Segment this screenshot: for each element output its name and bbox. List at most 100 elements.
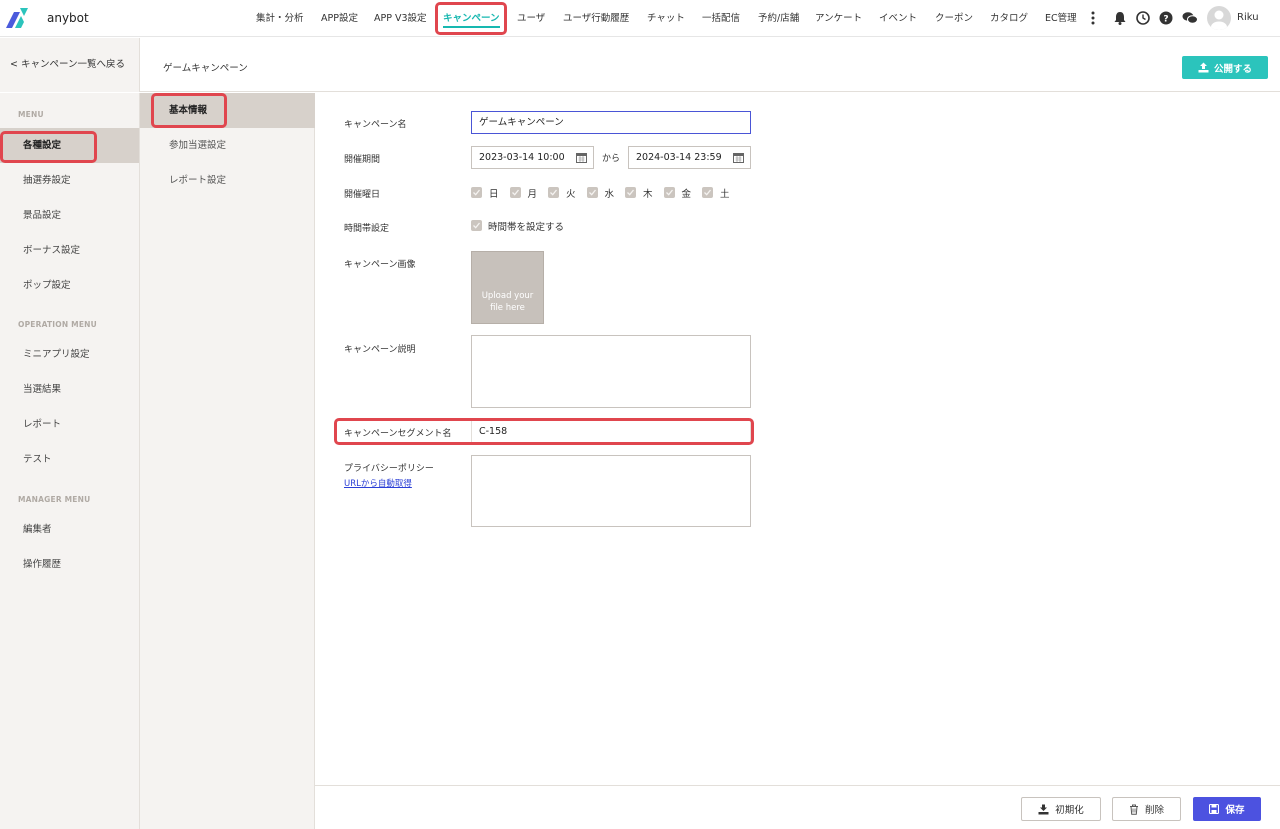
weekday-label: 火 [566,189,576,200]
period-label: 開催期間 [344,155,381,165]
segment-label: キャンペーンセグメント名 [344,429,452,439]
back-to-campaign-list-link[interactable]: < キャンペーン一覧へ戻る [0,38,140,92]
check-icon [704,189,712,196]
weekday-label: 木 [643,189,653,200]
sidebar-item-pop[interactable]: ポップ設定 [0,268,139,303]
sidebar-section-operation: OPERATION MENU [18,320,97,329]
download-icon [1038,804,1049,814]
active-underline [443,26,500,28]
nav-app-settings[interactable]: APP設定 [321,0,358,37]
privacy-policy-textarea[interactable] [471,455,751,527]
reset-label: 初期化 [1055,805,1084,816]
weekday-label: 月 [527,189,538,200]
time-slot-checkbox-label: 時間帯を設定する [488,222,565,233]
publish-label: 公開する [1213,63,1252,75]
save-button[interactable]: 保存 [1193,797,1261,821]
nav-event[interactable]: イベント [879,0,917,37]
nav-users[interactable]: ユーザ [517,0,545,37]
svg-text:?: ? [1163,15,1168,25]
check-icon [550,189,558,196]
period-start-value: 2023-03-14 10:00 [479,152,565,163]
period-start-input[interactable]: 2023-03-14 10:00 [471,146,594,169]
nav-user-behavior[interactable]: ユーザ行動履歴 [563,0,629,37]
sidebar: MENU 各種設定 抽選券設定 景品設定 ボーナス設定 ポップ設定 OPERAT… [0,93,140,829]
trash-icon [1129,804,1138,815]
nav-campaign[interactable]: キャンペーン [443,0,500,37]
user-name[interactable]: Riku [1237,12,1259,23]
floppy-disk-icon [1209,804,1220,814]
nav-campaign-label: キャンペーン [443,13,500,24]
sidebar-item-editors[interactable]: 編集者 [0,512,139,547]
sidebar-item-bonus[interactable]: ボーナス設定 [0,233,139,268]
bell-icon[interactable] [1113,11,1127,25]
weekday-checkbox[interactable] [663,187,675,198]
nav-analytics[interactable]: 集計・分析 [256,0,304,37]
upload-text-line1: Upload your [481,291,534,301]
nav-chat[interactable]: チャット [647,0,685,37]
check-icon [473,222,481,229]
calendar-icon[interactable] [576,152,587,163]
period-separator: から [602,154,621,164]
nav-reservation[interactable]: 予約/店舗 [758,0,799,37]
calendar-icon[interactable] [733,152,744,163]
weekday-checkbox[interactable] [702,187,713,198]
description-textarea[interactable] [471,335,751,408]
campaign-name-input[interactable]: ゲームキャンペーン [471,111,751,134]
nav-coupon[interactable]: クーポン [935,0,973,37]
image-upload-area[interactable]: Upload your file here [471,251,544,324]
sidebar-item-general-settings[interactable]: 各種設定 [0,128,139,163]
sidebar-section-menu: MENU [18,110,44,119]
segment-input[interactable]: C-158 [471,420,751,443]
footer-bar: 初期化 削除 保存 [315,785,1280,829]
delete-label: 削除 [1144,805,1164,816]
sidebar-item-mini-app[interactable]: ミニアプリ設定 [0,337,139,372]
upload-text-line2: file here [490,303,525,313]
nav-ec[interactable]: EC管理 [1045,0,1077,37]
sidebar-item-lottery-ticket[interactable]: 抽選券設定 [0,163,139,198]
weekday-label: 水 [604,189,615,200]
user-avatar-icon[interactable] [1207,6,1231,30]
help-icon[interactable]: ? [1159,11,1173,25]
subnav-report-settings[interactable]: レポート設定 [140,163,315,198]
nav-broadcast[interactable]: 一括配信 [702,0,740,37]
publish-button[interactable]: 公開する [1182,56,1268,79]
description-label: キャンペーン説明 [344,345,416,355]
subnav-basic-info[interactable]: 基本情報 [140,93,315,128]
top-bar: anybot 集計・分析 APP設定 APP V3設定 キャンペーン ユーザ ユ… [0,0,1280,37]
clock-icon[interactable] [1136,11,1150,25]
sidebar-item-test[interactable]: テスト [0,442,139,477]
weekday-checkbox[interactable] [471,187,482,198]
weekday-checkbox[interactable] [509,187,521,198]
weekday-label: 金 [681,189,692,200]
sidebar-item-prize[interactable]: 景品設定 [0,198,139,233]
subnav-participation-winning[interactable]: 参加当選設定 [140,128,315,163]
save-label: 保存 [1225,805,1245,816]
delete-button[interactable]: 削除 [1112,797,1181,821]
anybot-logo-icon[interactable] [6,8,28,28]
weekdays-label: 開催曜日 [344,190,381,200]
brand-name: anybot [47,11,89,25]
reset-button[interactable]: 初期化 [1021,797,1101,821]
weekday-checkbox[interactable] [586,187,598,198]
more-vertical-icon[interactable] [1089,11,1097,25]
sub-navigation: 基本情報 参加当選設定 レポート設定 [140,93,315,829]
avatar-silhouette [1211,10,1227,30]
weekday-checkbox[interactable] [548,187,559,198]
chat-bubble-icon[interactable] [1182,11,1198,25]
time-slot-checkbox[interactable] [471,220,482,231]
weekday-checkbox[interactable] [625,187,636,198]
nav-survey[interactable]: アンケート [815,0,862,37]
privacy-policy-label: プライバシーポリシー [344,464,434,474]
campaign-image-label: キャンペーン画像 [344,260,416,270]
page-title: ゲームキャンペーン [163,63,248,74]
time-slot-label: 時間帯設定 [344,224,390,234]
sidebar-item-winning-results[interactable]: 当選結果 [0,372,139,407]
nav-app-v3-settings[interactable]: APP V3設定 [374,0,427,37]
nav-catalog[interactable]: カタログ [990,0,1028,37]
period-end-input[interactable]: 2024-03-14 23:59 [628,146,751,169]
upload-icon [1198,62,1209,73]
auto-fetch-url-link[interactable]: URLから自動取得 [344,477,412,489]
sidebar-item-report[interactable]: レポート [0,407,139,442]
sidebar-item-operation-history[interactable]: 操作履歴 [0,547,139,582]
check-icon [627,189,635,196]
